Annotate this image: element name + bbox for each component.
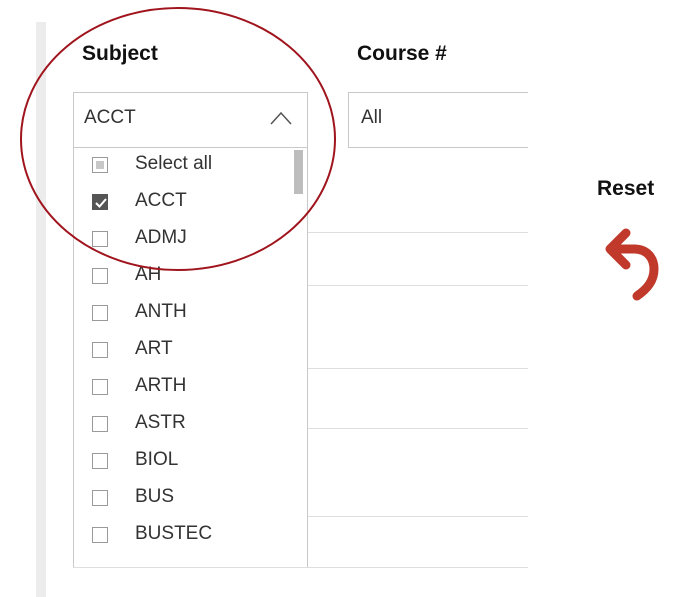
course-selected-value: All — [361, 107, 383, 128]
subject-option[interactable]: ASTR — [74, 409, 284, 445]
divider-line — [308, 285, 528, 286]
checkbox[interactable] — [92, 342, 108, 358]
highlight-circle — [20, 7, 336, 271]
divider-line — [308, 232, 528, 233]
checkbox[interactable] — [92, 453, 108, 469]
course-number-label: Course # — [357, 42, 447, 65]
subject-option-label: ART — [135, 338, 173, 359]
reset-label: Reset — [597, 177, 655, 200]
divider-line — [308, 516, 528, 517]
reset-undo-icon[interactable] — [600, 226, 660, 304]
subject-option[interactable]: BIOL — [74, 446, 284, 482]
course-number-dropdown[interactable]: All — [348, 92, 528, 148]
checkbox[interactable] — [92, 379, 108, 395]
subject-option-label: BUSTEC — [135, 523, 213, 544]
subject-option[interactable]: ANTH — [74, 298, 284, 334]
subject-option[interactable]: ART — [74, 335, 284, 371]
checkbox[interactable] — [92, 305, 108, 321]
subject-option[interactable]: BUSTEC — [74, 520, 284, 556]
subject-option-label: ASTR — [135, 412, 186, 433]
checkbox[interactable] — [92, 416, 108, 432]
subject-option-label: ARTH — [135, 375, 187, 396]
subject-option[interactable]: BUS — [74, 483, 284, 519]
divider-line — [308, 368, 528, 369]
subject-option[interactable]: ARTH — [74, 372, 284, 408]
checkbox[interactable] — [92, 490, 108, 506]
checkbox[interactable] — [92, 527, 108, 543]
divider-line — [73, 567, 528, 568]
subject-option-label: BIOL — [135, 449, 179, 470]
divider-line — [308, 428, 528, 429]
subject-option-label: BUS — [135, 486, 175, 507]
subject-option-label: ANTH — [135, 301, 187, 322]
